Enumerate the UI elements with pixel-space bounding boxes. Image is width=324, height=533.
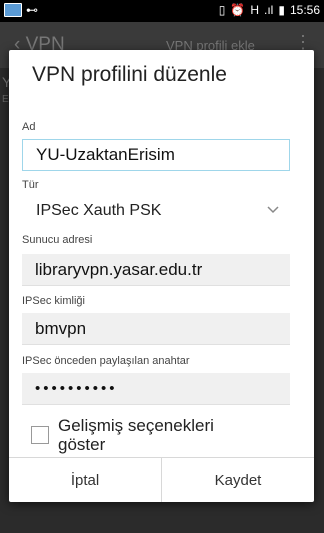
status-bar: ⊷ ▯ ⏰ H .ıl ▮ 15:56 — [0, 0, 324, 22]
type-label: Tür — [22, 179, 39, 191]
cancel-button[interactable]: İptal — [9, 458, 161, 502]
ipsec-id-input[interactable]: bmvpn — [22, 313, 290, 345]
save-button[interactable]: Kaydet — [162, 458, 314, 502]
chevron-down-icon — [267, 206, 279, 214]
battery-icon: ▮ — [278, 3, 285, 17]
psk-label: IPSec önceden paylaşılan anahtar — [22, 355, 190, 367]
server-label: Sunucu adresi — [22, 234, 93, 246]
dialog-title: VPN profilini düzenle — [32, 63, 227, 86]
signal-icon: .ıl — [264, 3, 274, 17]
advanced-options-row[interactable]: Gelişmiş seçenekleri göster — [31, 416, 258, 454]
edit-vpn-dialog: VPN profilini düzenle Ad YU-UzaktanErisi… — [9, 50, 314, 502]
type-select-value: IPSec Xauth PSK — [36, 202, 162, 219]
alarm-icon: ⏰ — [230, 3, 246, 17]
advanced-options-checkbox[interactable] — [31, 426, 49, 444]
image-notification-icon — [4, 3, 22, 17]
ipsec-id-label: IPSec kimliği — [22, 295, 85, 307]
psk-input[interactable]: •••••••••• — [22, 373, 290, 405]
background-item-subtitle: E — [2, 94, 9, 105]
name-input[interactable]: YU-UzaktanErisim — [22, 139, 290, 171]
server-input[interactable]: libraryvpn.yasar.edu.tr — [22, 254, 290, 286]
vibrate-icon: ▯ — [218, 3, 226, 17]
type-select[interactable]: IPSec Xauth PSK — [22, 196, 290, 226]
advanced-options-label[interactable]: Gelişmiş seçenekleri göster — [58, 416, 258, 454]
clock: 15:56 — [289, 3, 320, 17]
network-type: H — [250, 3, 260, 17]
name-label: Ad — [22, 121, 36, 133]
key-notification-icon: ⊷ — [26, 3, 38, 17]
